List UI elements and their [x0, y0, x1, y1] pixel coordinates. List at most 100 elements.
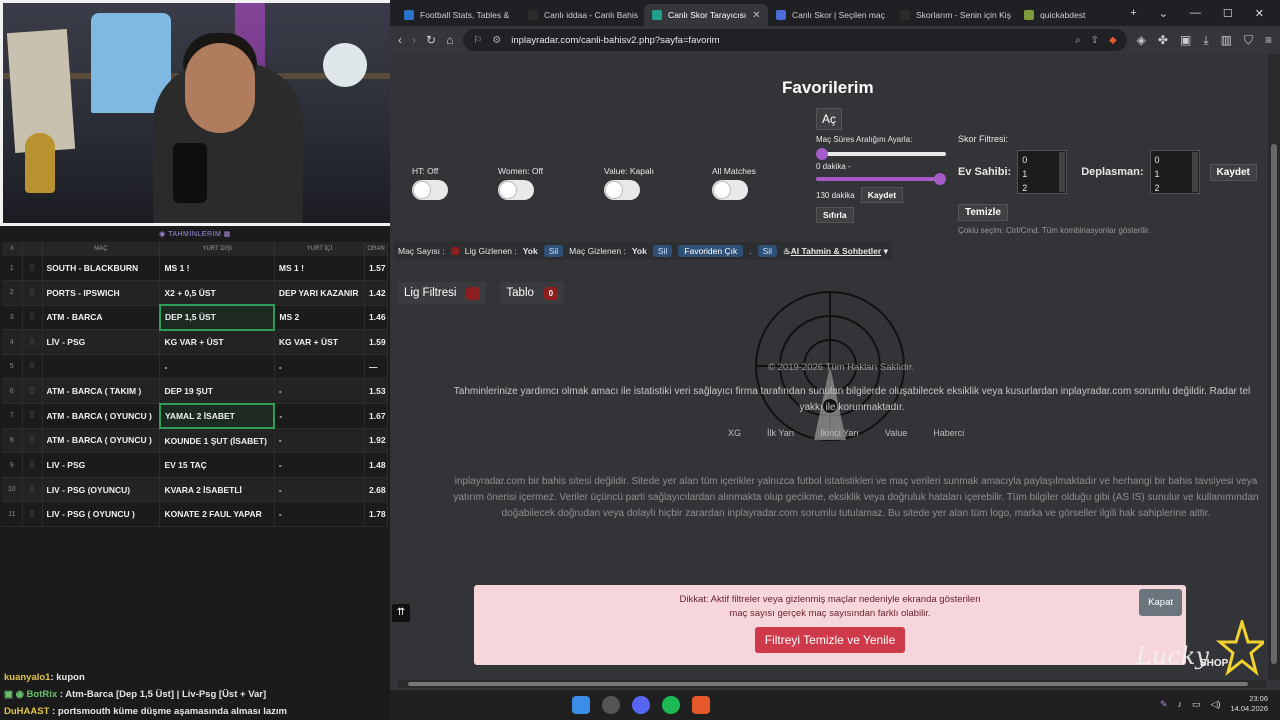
footer-link-xg[interactable]: XG: [728, 428, 741, 438]
row-odds: 2.68: [364, 477, 388, 503]
row-match: ATM - BARCA ( OYUNCU ): [42, 403, 161, 429]
alert-close-button[interactable]: Kapat: [1139, 589, 1182, 616]
open-button[interactable]: Aç: [816, 108, 842, 130]
away-label: Deplasman:: [1081, 166, 1144, 178]
row-domestic-pick: -: [274, 477, 366, 503]
row-abroad-pick: EV 15 TAÇ: [159, 452, 275, 478]
sidebar-icon[interactable]: ▥: [1221, 33, 1232, 48]
new-tab-icon[interactable]: +: [1130, 7, 1136, 19]
tab-label: Canlı iddaa - Canlı Bahis: [544, 10, 639, 20]
vpn-icon[interactable]: ◈: [1137, 33, 1146, 48]
range-reset-button[interactable]: Sıfırla: [816, 207, 854, 223]
horizontal-scrollbar[interactable]: [398, 680, 1266, 688]
menu-icon[interactable]: ≡: [1265, 33, 1272, 48]
footer-link-news[interactable]: Haberci: [933, 428, 964, 438]
league-delete-button[interactable]: Sil: [543, 245, 564, 257]
away-score-select[interactable]: 0 1 2: [1149, 150, 1200, 194]
tab-favicon-icon: [528, 10, 538, 20]
value-label: Value: Kapalı: [604, 166, 654, 176]
browser-tab[interactable]: Skorlarım - Senin için Kiş: [892, 4, 1016, 26]
clear-and-refresh-button[interactable]: Filtreyi Temizle ve Yenile: [754, 627, 906, 653]
maximize-icon[interactable]: ☐: [1223, 7, 1233, 20]
network-icon[interactable]: ▭: [1192, 699, 1201, 710]
start-icon[interactable]: [572, 696, 590, 714]
forward-icon[interactable]: ›: [412, 33, 416, 47]
footer-link-value[interactable]: Value: [885, 428, 907, 438]
site-info-icon[interactable]: ⚙: [492, 35, 501, 46]
discord-icon[interactable]: [632, 696, 650, 714]
zoom-icon[interactable]: ⌕: [1075, 35, 1081, 46]
volume-icon[interactable]: ◁): [1211, 699, 1221, 710]
bookmark-icon[interactable]: ⚐: [473, 35, 482, 46]
close-tab-icon[interactable]: ✕: [752, 10, 760, 21]
min-slider-knob[interactable]: [816, 148, 828, 160]
close-window-icon[interactable]: ✕: [1255, 7, 1264, 20]
table-row: 6 ⠿ ATM - BARCA ( TAKIM ) DEP 19 ŞUT -1.53: [2, 378, 388, 405]
league-hidden-value: Yok: [522, 246, 538, 256]
score-clear-button[interactable]: Temizle: [958, 204, 1008, 221]
row-abroad-pick: X2 + 0,5 ÜST: [159, 280, 275, 306]
vertical-scrollbar[interactable]: [1268, 54, 1280, 680]
range-save-button[interactable]: Kaydet: [860, 187, 904, 203]
women-toggle[interactable]: [498, 180, 534, 200]
scroll-top-button[interactable]: ⇈: [392, 604, 410, 622]
app-icon[interactable]: [602, 696, 620, 714]
chat-line: kuanyalo1: kupon: [4, 672, 85, 683]
url-text[interactable]: inplayradar.com/canli-bahisv2.php?sayfa=…: [511, 35, 719, 46]
browser-tab[interactable]: Football Stats, Tables &: [396, 4, 520, 26]
fav-remove-button[interactable]: Favoriden Çık: [678, 245, 744, 257]
row-odds: 1.46: [364, 305, 388, 331]
minimize-icon[interactable]: —: [1190, 7, 1201, 19]
extensions-icon[interactable]: ✤: [1158, 33, 1168, 48]
min-slider[interactable]: [816, 148, 946, 160]
share-icon[interactable]: ⇪: [1091, 35, 1099, 46]
mic-icon[interactable]: ♪: [1178, 699, 1183, 709]
browser-tab[interactable]: Canlı Skor Tarayıcısı ✕: [644, 4, 768, 26]
table-button[interactable]: Tablo 0: [500, 282, 564, 304]
row-number: 1: [2, 256, 23, 282]
value-toggle[interactable]: [604, 180, 640, 200]
browser-tab[interactable]: Canlı Skor | Seçilen maç: [768, 4, 892, 26]
wallet-icon[interactable]: ▣: [1180, 33, 1191, 48]
all-matches-toggle[interactable]: [712, 180, 748, 200]
row-domestic-pick: -: [274, 354, 366, 380]
row-drag-handle: ⠿: [22, 329, 43, 355]
predictions-panel: ◉ TAHMİNLERİM ▦ # MAÇ YURT DIŞI YURT İÇİ…: [0, 226, 390, 720]
tab-favicon-icon: [652, 10, 662, 20]
ht-toggle[interactable]: [412, 180, 448, 200]
score-save-button[interactable]: Kaydet: [1209, 163, 1257, 181]
lucky-shop-logo: Lucky SHOP: [1135, 620, 1264, 676]
home-score-select[interactable]: 0 1 2: [1017, 150, 1068, 194]
table-row: 4 ⠿ LİV - PSG KG VAR + ÜST KG VAR + ÜST 1.59: [2, 329, 388, 355]
home-icon[interactable]: ⌂: [446, 33, 453, 47]
pen-icon[interactable]: ✎: [1160, 699, 1168, 710]
browser-tab[interactable]: Canlı iddaa - Canlı Bahis: [520, 4, 644, 26]
brave-icon[interactable]: [692, 696, 710, 714]
league-filter-button[interactable]: Lig Filtresi: [398, 282, 487, 304]
row-abroad-pick: YAMAL 2 İSABET: [158, 402, 276, 430]
browser-tab[interactable]: quickabdest: [1016, 4, 1140, 26]
max-slider-knob[interactable]: [934, 173, 946, 185]
max-slider[interactable]: [816, 173, 946, 185]
tab-favicon-icon: [1024, 10, 1034, 20]
match-delete-button[interactable]: Sil: [652, 245, 673, 257]
back-icon[interactable]: ‹: [398, 33, 402, 47]
row-domestic-pick: -: [274, 403, 366, 429]
footer-link-first-half[interactable]: İlk Yarı: [767, 428, 794, 438]
brave-shield-icon[interactable]: ◆: [1109, 35, 1117, 46]
fav-delete-button[interactable]: Sil: [757, 245, 778, 257]
ai-menu[interactable]: ♨AI Tahmin & Sohbetler ▾: [783, 246, 888, 257]
spotify-icon[interactable]: [662, 696, 680, 714]
all-matches-label: All Matches: [712, 166, 756, 176]
tab-list-icon[interactable]: ⌄: [1159, 7, 1168, 20]
col-match: MAÇ: [42, 242, 161, 256]
shield-icon[interactable]: ⛉: [1244, 33, 1253, 48]
downloads-icon[interactable]: ⤓: [1203, 33, 1208, 48]
address-bar[interactable]: ⚐ ⚙ inplayradar.com/canli-bahisv2.php?sa…: [463, 29, 1127, 51]
row-odds: 1.57: [364, 256, 388, 282]
reload-icon[interactable]: ↻: [426, 33, 436, 47]
system-tray: ✎ ♪ ▭ ◁) 23:06 14.04.2026: [1160, 694, 1268, 714]
row-number: 3: [2, 305, 23, 331]
footer-link-second-half[interactable]: İkinci Yarı: [820, 428, 859, 438]
clock[interactable]: 23:06 14.04.2026: [1230, 694, 1268, 714]
